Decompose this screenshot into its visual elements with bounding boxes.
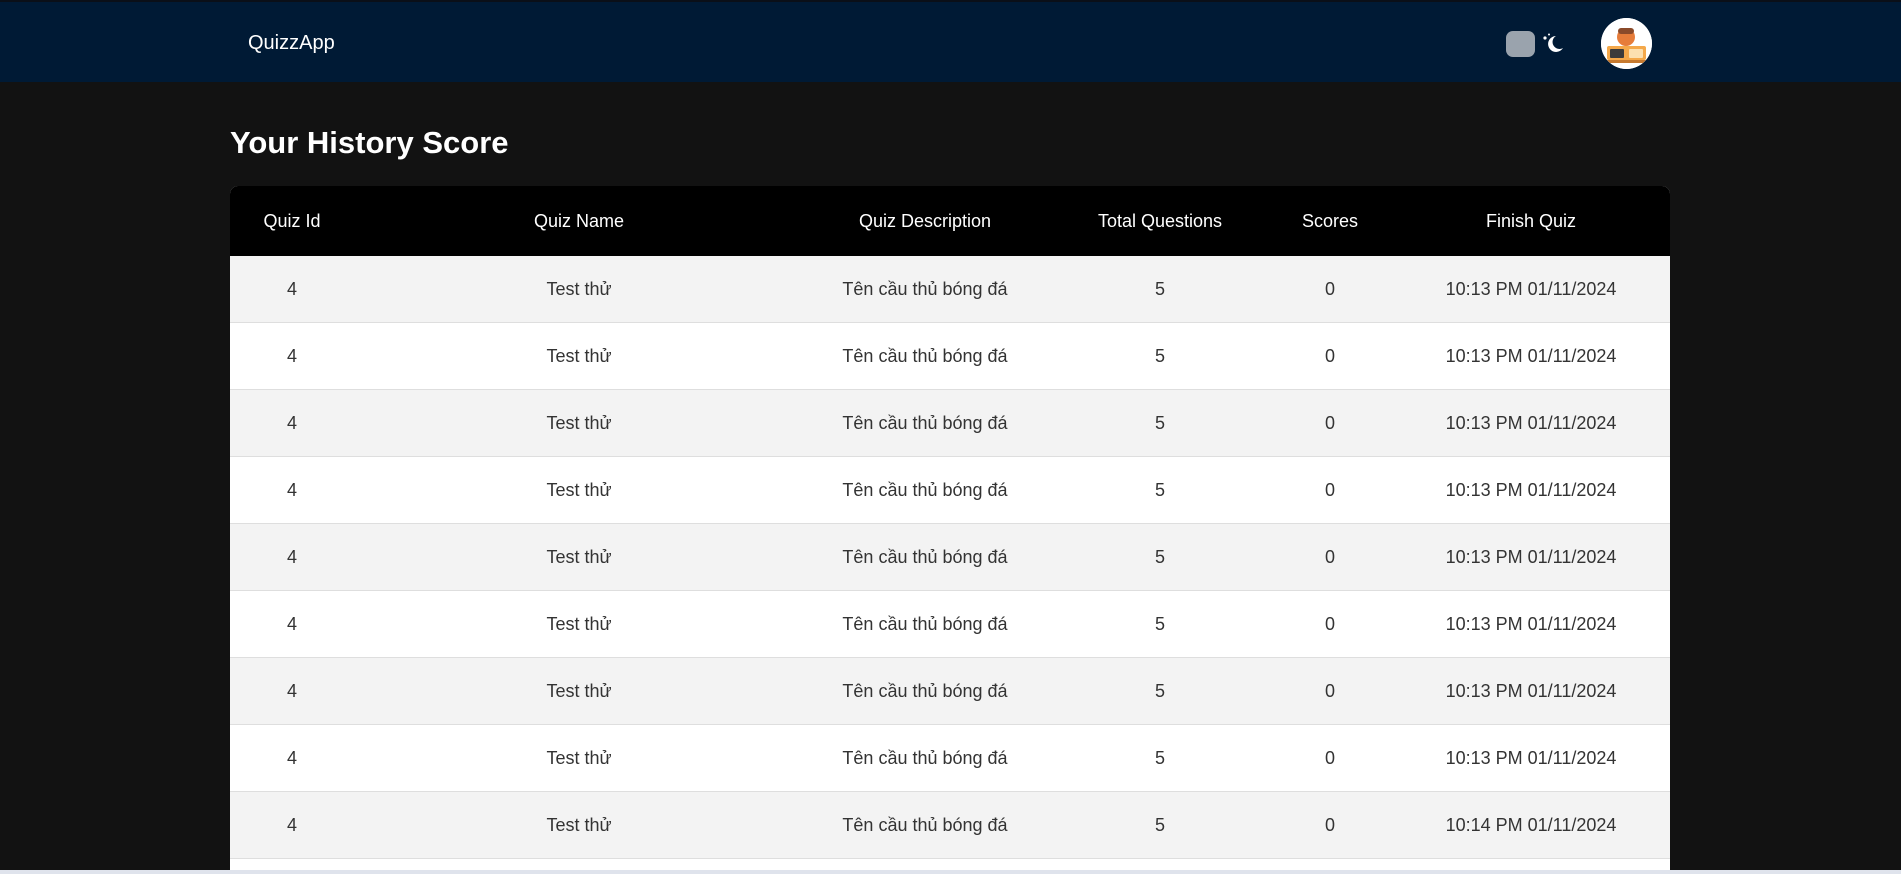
cell-quiz-name: Test thử — [435, 456, 752, 524]
cell-quiz-description: Tên cầu thủ bóng đá — [752, 322, 1043, 390]
table-row[interactable]: 4 Test thử Tên cầu thủ bóng đá 5 0 10:14 PM 0… — [230, 791, 1670, 859]
cell-finish-quiz: 10:13 PM 01/11/2024 — [1430, 590, 1670, 658]
cell-total-questions: 5 — [1042, 791, 1245, 859]
cell-finish-quiz: 10:13 PM 01/11/2024 — [1430, 456, 1670, 524]
cell-total-questions: 5 — [1042, 523, 1245, 591]
cell-quiz-id: 4 — [230, 256, 436, 323]
cell-finish-quiz: 10:13 PM 01/11/2024 — [1430, 389, 1670, 457]
cell-quiz-id: 4 — [230, 724, 436, 792]
cell-scores: 0 — [1245, 389, 1431, 457]
column-header-quiz-id: Quiz Id — [230, 186, 436, 256]
cell-quiz-description: Tên cầu thủ bóng đá — [752, 523, 1043, 591]
cell-quiz-id: 4 — [230, 523, 436, 591]
cell-quiz-description: Tên cầu thủ bóng đá — [752, 791, 1043, 859]
cell-finish-quiz: 10:13 PM 01/11/2024 — [1430, 523, 1670, 591]
cell-total-questions: 5 — [1042, 322, 1245, 390]
table-row[interactable]: 4 Test thử Tên cầu thủ bóng đá 5 0 10:13 PM 0… — [230, 657, 1670, 725]
cell-quiz-id: 4 — [230, 322, 436, 390]
cell-quiz-id: 4 — [230, 590, 436, 658]
cell-quiz-name: Test thử — [435, 322, 752, 390]
table-header: Quiz Id Quiz Name Quiz Description Total Qu… — [230, 186, 1670, 256]
toggle-track[interactable] — [1506, 31, 1535, 57]
cell-scores: 0 — [1245, 590, 1431, 658]
history-score-table: Quiz Id Quiz Name Quiz Description Total Qu… — [230, 186, 1670, 859]
cell-finish-quiz: 10:13 PM 01/11/2024 — [1430, 256, 1670, 323]
table-row[interactable]: 4 Test thử Tên cầu thủ bóng đá 5 0 10:13 PM 0… — [230, 724, 1670, 792]
table-row[interactable]: 4 Test thử Tên cầu thủ bóng đá 5 0 10:13 PM 0… — [230, 590, 1670, 658]
cell-scores: 0 — [1245, 322, 1431, 390]
history-table-container: Quiz Id Quiz Name Quiz Description Total Qu… — [230, 186, 1670, 874]
user-avatar[interactable] — [1601, 18, 1652, 69]
cell-quiz-description: Tên cầu thủ bóng đá — [752, 389, 1043, 457]
moon-icon — [1543, 33, 1563, 52]
cell-quiz-id: 4 — [230, 389, 436, 457]
table-row[interactable]: 4 Test thử Tên cầu thủ bóng đá 5 0 10:13 PM 0… — [230, 256, 1670, 323]
header-row: Quiz Id Quiz Name Quiz Description Total Qu… — [230, 186, 1670, 256]
cell-scores: 0 — [1245, 724, 1431, 792]
table-row[interactable]: 4 Test thử Tên cầu thủ bóng đá 5 0 10:13 PM 0… — [230, 523, 1670, 591]
table-row[interactable]: 4 Test thử Tên cầu thủ bóng đá 5 0 10:13 PM 0… — [230, 322, 1670, 390]
cell-scores: 0 — [1245, 523, 1431, 591]
cell-quiz-description: Tên cầu thủ bóng đá — [752, 256, 1043, 323]
cell-quiz-id: 4 — [230, 456, 436, 524]
column-header-finish-quiz: Finish Quiz — [1430, 186, 1670, 256]
cell-quiz-name: Test thử — [435, 590, 752, 658]
cell-total-questions: 5 — [1042, 389, 1245, 457]
cell-quiz-description: Tên cầu thủ bóng đá — [752, 590, 1043, 658]
column-header-total-questions: Total Questions — [1042, 186, 1245, 256]
theme-toggle[interactable] — [1506, 31, 1566, 57]
cell-scores: 0 — [1245, 456, 1431, 524]
avatar-illustration-icon — [1601, 18, 1652, 69]
cell-scores: 0 — [1245, 256, 1431, 323]
cell-quiz-name: Test thử — [435, 389, 752, 457]
cell-quiz-description: Tên cầu thủ bóng đá — [752, 456, 1043, 524]
cell-finish-quiz: 10:13 PM 01/11/2024 — [1430, 724, 1670, 792]
cell-finish-quiz: 10:14 PM 01/11/2024 — [1430, 791, 1670, 859]
table-body: 4 Test thử Tên cầu thủ bóng đá 5 0 10:13 PM 0… — [230, 256, 1670, 859]
cell-quiz-id: 4 — [230, 791, 436, 859]
table-row[interactable]: 4 Test thử Tên cầu thủ bóng đá 5 0 10:13 PM 0… — [230, 389, 1670, 457]
table-row[interactable]: 4 Test thử Tên cầu thủ bóng đá 5 0 10:13 PM 0… — [230, 456, 1670, 524]
cell-scores: 0 — [1245, 791, 1431, 859]
cell-scores: 0 — [1245, 657, 1431, 725]
top-navbar: QuizzApp — [0, 0, 1901, 82]
bottom-edge — [0, 870, 1901, 874]
cell-total-questions: 5 — [1042, 590, 1245, 658]
cell-total-questions: 5 — [1042, 256, 1245, 323]
cell-finish-quiz: 10:13 PM 01/11/2024 — [1430, 322, 1670, 390]
cell-quiz-name: Test thử — [435, 657, 752, 725]
cell-quiz-name: Test thử — [435, 724, 752, 792]
cell-quiz-name: Test thử — [435, 523, 752, 591]
cell-quiz-description: Tên cầu thủ bóng đá — [752, 724, 1043, 792]
cell-total-questions: 5 — [1042, 657, 1245, 725]
column-header-quiz-name: Quiz Name — [435, 186, 752, 256]
cell-quiz-description: Tên cầu thủ bóng đá — [752, 657, 1043, 725]
cell-total-questions: 5 — [1042, 724, 1245, 792]
page-title: Your History Score — [230, 125, 509, 160]
column-header-quiz-description: Quiz Description — [752, 186, 1043, 256]
column-header-scores: Scores — [1245, 186, 1431, 256]
cell-quiz-name: Test thử — [435, 256, 752, 323]
brand-link[interactable]: QuizzApp — [248, 30, 335, 56]
cell-total-questions: 5 — [1042, 456, 1245, 524]
cell-quiz-id: 4 — [230, 657, 436, 725]
cell-quiz-name: Test thử — [435, 791, 752, 859]
cell-finish-quiz: 10:13 PM 01/11/2024 — [1430, 657, 1670, 725]
